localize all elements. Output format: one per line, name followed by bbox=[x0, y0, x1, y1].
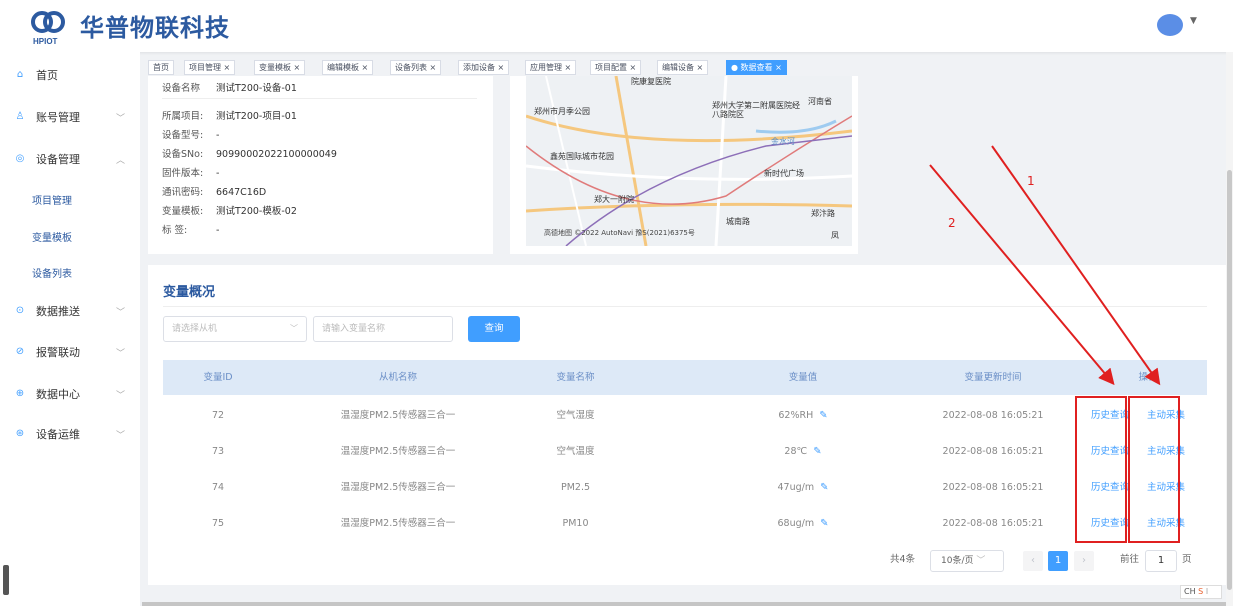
side-handle[interactable] bbox=[3, 565, 9, 595]
annotation-label-2: 2 bbox=[948, 216, 956, 230]
ime-indicator: CH S ⁝ bbox=[1180, 585, 1222, 599]
annotation-label-1: 1 bbox=[1027, 174, 1035, 188]
horizontal-scrollbar[interactable] bbox=[142, 602, 1226, 606]
scrollbar-thumb[interactable] bbox=[1227, 170, 1232, 590]
annotation-arrows bbox=[929, 145, 1161, 386]
